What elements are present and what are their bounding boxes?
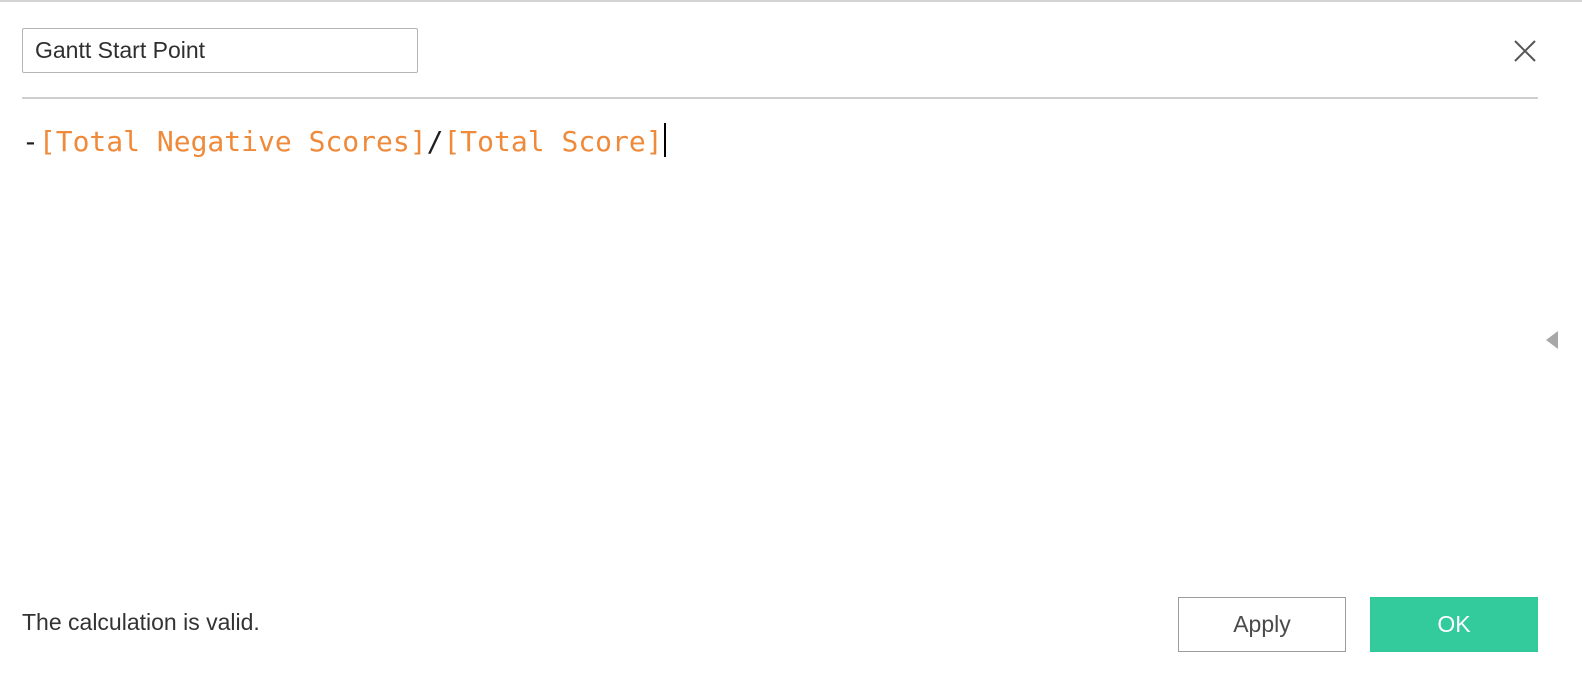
expand-panel-handle[interactable] bbox=[1544, 328, 1560, 352]
calculation-editor-dialog: -[Total Negative Scores]/[Total Score] T… bbox=[0, 0, 1582, 678]
formula-field-total-negative-scores[interactable]: [Total Negative Scores] bbox=[39, 125, 427, 158]
close-icon bbox=[1514, 40, 1536, 62]
text-caret bbox=[663, 123, 666, 157]
close-button[interactable] bbox=[1508, 34, 1542, 68]
formula-field-total-score[interactable]: [Total Score] bbox=[443, 125, 662, 158]
triangle-left-icon bbox=[1546, 331, 1558, 349]
formula-operator: / bbox=[426, 125, 444, 158]
calculation-name-input[interactable] bbox=[22, 28, 418, 73]
formula-editor[interactable]: -[Total Negative Scores]/[Total Score] bbox=[22, 120, 1538, 560]
ok-button[interactable]: OK bbox=[1370, 597, 1538, 652]
apply-button[interactable]: Apply bbox=[1178, 597, 1346, 652]
validation-status: The calculation is valid. bbox=[22, 609, 260, 635]
formula-prefix-operator: - bbox=[22, 125, 39, 158]
header-divider bbox=[22, 97, 1538, 99]
